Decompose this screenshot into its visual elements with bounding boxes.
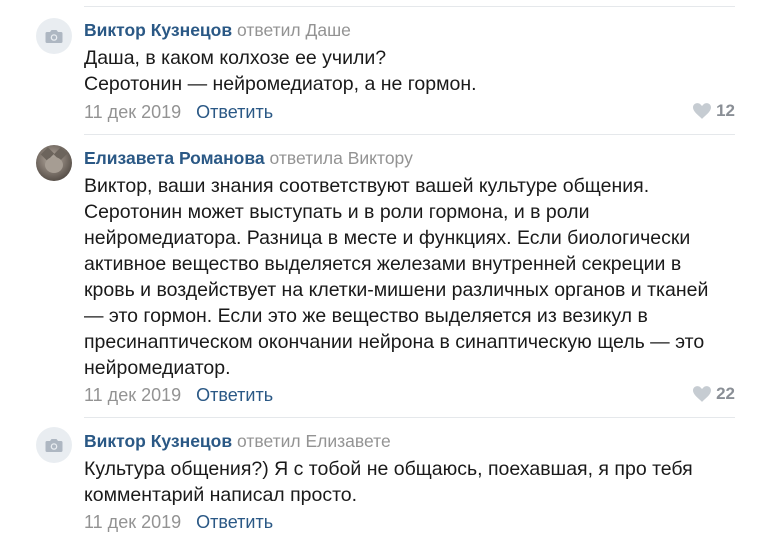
text-line: пресинаптическом окончании нейрона в син… [84, 331, 705, 353]
comment-text: Культура общения?) Я с тобой не общаюсь,… [84, 456, 744, 508]
like-count: 22 [716, 384, 735, 403]
heart-icon [693, 386, 712, 402]
camera-icon [45, 30, 63, 43]
reply-button[interactable]: Ответить [196, 102, 273, 122]
reply-button[interactable]: Ответить [196, 512, 273, 532]
text-line: Культура общения?) Я с тобой не общаюсь,… [84, 458, 693, 480]
text-line: Даша, в каком колхозе ее учили? [84, 47, 387, 69]
divider [84, 417, 735, 418]
comment-footer: 11 дек 2019 Ответить [84, 101, 273, 123]
author-name[interactable]: Елизавета Романова [84, 148, 265, 168]
like-button[interactable]: 12 [693, 100, 735, 122]
comment-date[interactable]: 11 дек 2019 [84, 385, 181, 405]
comment-date[interactable]: 11 дек 2019 [84, 102, 181, 122]
author-name[interactable]: Виктор Кузнецов [84, 431, 232, 451]
reply-to[interactable]: ответил Елизавете [237, 431, 391, 451]
comment-header: Виктор Кузнецов ответил Даше [84, 19, 351, 41]
text-line: кровь и воздействует на клетки-мишени ра… [84, 279, 709, 301]
text-line: Серотонин может выступать и в роли гормо… [84, 201, 590, 223]
reply-to[interactable]: ответила Виктору [269, 148, 412, 168]
like-count: 12 [716, 101, 735, 120]
comment-header: Виктор Кузнецов ответил Елизавете [84, 430, 391, 452]
comment-text: Даша, в каком колхозе ее учили? Серотони… [84, 45, 744, 97]
comment-header: Елизавета Романова ответила Виктору [84, 147, 413, 169]
like-button[interactable]: 22 [693, 383, 735, 405]
avatar[interactable] [36, 427, 72, 463]
heart-icon [693, 103, 712, 119]
text-line: активное вещество выделяется железами вн… [84, 253, 682, 275]
camera-icon [45, 439, 63, 452]
avatar[interactable] [36, 145, 72, 181]
comment-text: Виктор, ваши знания соответствуют вашей … [84, 173, 744, 381]
text-line: — это гормон. Если это же вещество выдел… [84, 305, 648, 327]
reply-button[interactable]: Ответить [196, 385, 273, 405]
reply-to[interactable]: ответил Даше [237, 20, 351, 40]
author-name[interactable]: Виктор Кузнецов [84, 20, 232, 40]
avatar[interactable] [36, 18, 72, 54]
comment-footer: 11 дек 2019 Ответить [84, 511, 273, 533]
comment-footer: 11 дек 2019 Ответить [84, 384, 273, 406]
text-line: нейромедиатор. [84, 357, 231, 379]
text-line: Серотонин — нейромедиатор, а не гормон. [84, 73, 477, 95]
text-line: Виктор, ваши знания соответствуют вашей … [84, 175, 650, 197]
divider [84, 6, 735, 7]
text-line: нейромедиатора. Разница в месте и функци… [84, 227, 691, 249]
comment-date[interactable]: 11 дек 2019 [84, 512, 181, 532]
text-line: комментарий написал просто. [84, 484, 358, 506]
divider [84, 134, 735, 135]
